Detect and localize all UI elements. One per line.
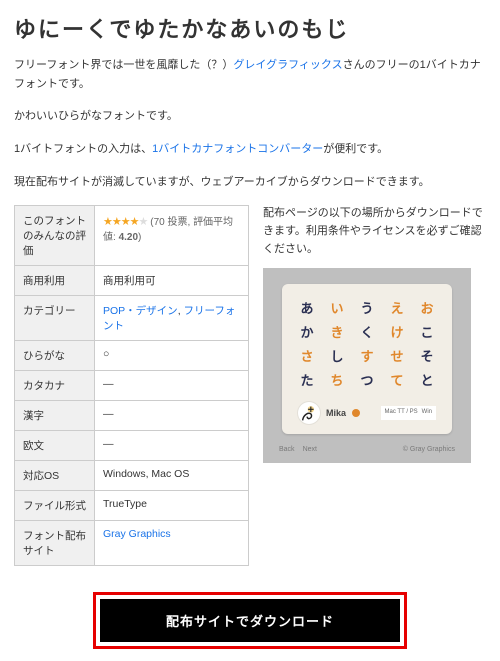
row-label: このフォントのみんなの評価 (15, 206, 95, 266)
table-row: カテゴリー POP・デザイン, フリーフォント (15, 296, 249, 341)
row-label: ひらがな (15, 341, 95, 371)
glyph: す (360, 350, 374, 364)
download-highlight: 配布サイトでダウンロード (93, 592, 407, 649)
spec-table: このフォントのみんなの評価 ★★★★★ (70 投票, 評価平均値: 4.20)… (14, 205, 249, 566)
avatar-row: Mika Mac TT / PSWin (298, 402, 436, 424)
glyph: お (420, 302, 434, 316)
right-note: 配布ページの以下の場所からダウンロードできます。利用条件やライセンスを必ずご確認… (263, 205, 486, 258)
preview-copyright: © Gray Graphics (403, 444, 455, 455)
next-label: Next (303, 444, 317, 455)
intro-paragraph: フリーフォント界では一世を風靡した（？）グレイグラフィックスさんのフリーの1バイ… (14, 56, 486, 93)
glyph: か (300, 326, 314, 340)
row-label: 対応OS (15, 461, 95, 491)
glyph: た (300, 374, 314, 388)
row-value: Windows, Mac OS (95, 461, 249, 491)
glyph: せ (390, 350, 404, 364)
avatar-icon (298, 402, 320, 424)
row-label: フォント配布サイト (15, 521, 95, 566)
row-label: カテゴリー (15, 296, 95, 341)
glyph-grid: あ い う え お か き く け こ さ し す せ そ (298, 302, 436, 388)
paragraph-2: 1バイトフォントの入力は、1バイトカナフォントコンバーターが便利です。 (14, 140, 486, 159)
glyph: て (390, 374, 404, 388)
font-preview-card: あ い う え お か き く け こ さ し す せ そ (263, 268, 471, 463)
row-value: ― (95, 401, 249, 431)
converter-link[interactable]: 1バイトカナフォントコンバーター (152, 143, 323, 155)
row-value: TrueType (95, 491, 249, 521)
glyph: し (330, 350, 344, 364)
glyph: こ (420, 326, 434, 340)
table-row: 欧文 ― (15, 431, 249, 461)
glyph: そ (420, 350, 434, 364)
table-row: このフォントのみんなの評価 ★★★★★ (70 投票, 評価平均値: 4.20) (15, 206, 249, 266)
category-link[interactable]: POP・デザイン (103, 305, 178, 317)
star-icon: ★★★★★ (103, 216, 147, 228)
glyph: ち (330, 374, 344, 388)
para2-pre: 1バイトフォントの入力は、 (14, 143, 152, 155)
platform-chip: Mac TT / PSWin (381, 406, 436, 420)
row-value: ― (95, 371, 249, 401)
glyph: く (360, 326, 374, 340)
glyph: き (330, 326, 344, 340)
glyph: と (420, 374, 434, 388)
status-dot-icon (352, 409, 360, 417)
row-label: 商用利用 (15, 266, 95, 296)
row-label: ファイル形式 (15, 491, 95, 521)
preview-panel: あ い う え お か き く け こ さ し す せ そ (282, 284, 452, 434)
glyph: さ (300, 350, 314, 364)
row-label: カタカナ (15, 371, 95, 401)
table-row: カタカナ ― (15, 371, 249, 401)
download-button[interactable]: 配布サイトでダウンロード (100, 599, 400, 642)
preview-user-name: Mika (326, 406, 346, 420)
para2-post: が便利です。 (323, 143, 388, 155)
row-label: 欧文 (15, 431, 95, 461)
table-row: ひらがな ○ (15, 341, 249, 371)
glyph: つ (360, 374, 374, 388)
back-label: Back (279, 444, 295, 455)
page-title: ゆにーくでゆたかなあいのもじ (14, 12, 486, 44)
glyph: え (390, 302, 404, 316)
row-value: ○ (95, 341, 249, 371)
intro-link[interactable]: グレイグラフィックス (233, 59, 342, 71)
table-row: 商用利用 商用利用可 (15, 266, 249, 296)
glyph: い (330, 302, 344, 316)
row-label: 漢字 (15, 401, 95, 431)
row-value: 商用利用可 (95, 266, 249, 296)
preview-footer: Back Next © Gray Graphics (263, 438, 471, 455)
table-row: 漢字 ― (15, 401, 249, 431)
table-row: フォント配布サイト Gray Graphics (15, 521, 249, 566)
table-row: 対応OS Windows, Mac OS (15, 461, 249, 491)
glyph: け (390, 326, 404, 340)
paragraph-3: 現在配布サイトが消滅していますが、ウェブアーカイブからダウンロードできます。 (14, 173, 486, 192)
row-value: ― (95, 431, 249, 461)
paragraph-1: かわいいひらがなフォントです。 (14, 107, 486, 126)
glyph: う (360, 302, 374, 316)
intro-pre: フリーフォント界では一世を風靡した（？） (14, 59, 233, 71)
glyph: あ (300, 302, 314, 316)
table-row: ファイル形式 TrueType (15, 491, 249, 521)
distributor-link[interactable]: Gray Graphics (103, 528, 171, 540)
